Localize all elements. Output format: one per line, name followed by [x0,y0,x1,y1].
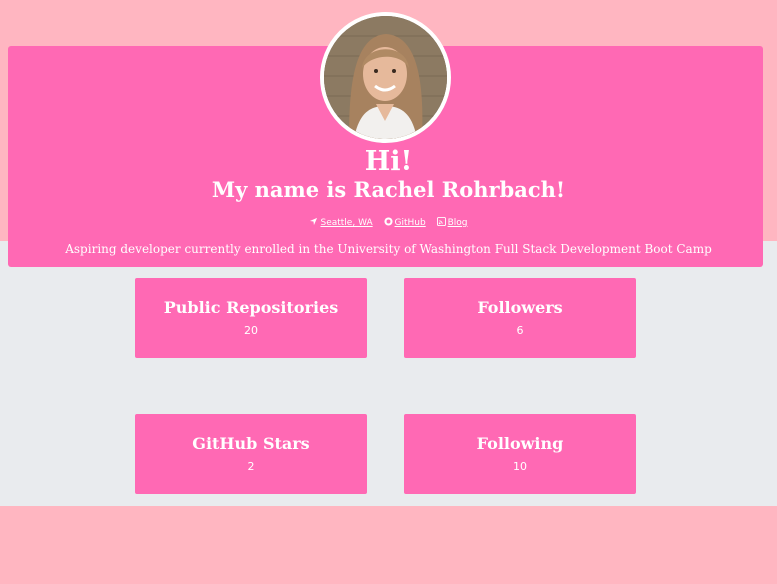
stat-value: 6 [516,324,524,337]
github-link[interactable]: GitHub [383,217,426,229]
name-heading: My name is Rachel Rohrbach! [211,177,566,202]
avatar-photo [324,16,447,139]
location-label: Seattle, WA [320,218,373,228]
github-icon [383,217,393,229]
profile-avatar [320,12,451,143]
blog-link[interactable]: Blog [436,217,468,229]
stat-label: Following [476,434,564,453]
stat-label: Followers [477,298,563,317]
stat-value: 20 [244,324,258,337]
stat-value: 10 [513,460,527,473]
rss-icon [436,217,446,229]
stats-background [0,241,777,506]
github-label: GitHub [394,218,426,228]
location-link[interactable]: Seattle, WA [309,217,373,229]
stat-label: Public Repositories [163,298,339,317]
profile-bio: Aspiring developer currently enrolled in… [65,242,712,256]
stat-card-public-repositories: Public Repositories 20 [135,278,367,358]
stat-value: 2 [247,460,255,473]
profile-links: Seattle, WA GitHub Blog [0,217,777,229]
stat-label: GitHub Stars [192,434,310,453]
greeting-heading: Hi! [364,146,413,177]
stat-card-following: Following 10 [404,414,636,494]
stat-card-github-stars: GitHub Stars 2 [135,414,367,494]
location-arrow-icon [309,217,318,229]
blog-label: Blog [447,218,468,228]
stat-card-followers: Followers 6 [404,278,636,358]
